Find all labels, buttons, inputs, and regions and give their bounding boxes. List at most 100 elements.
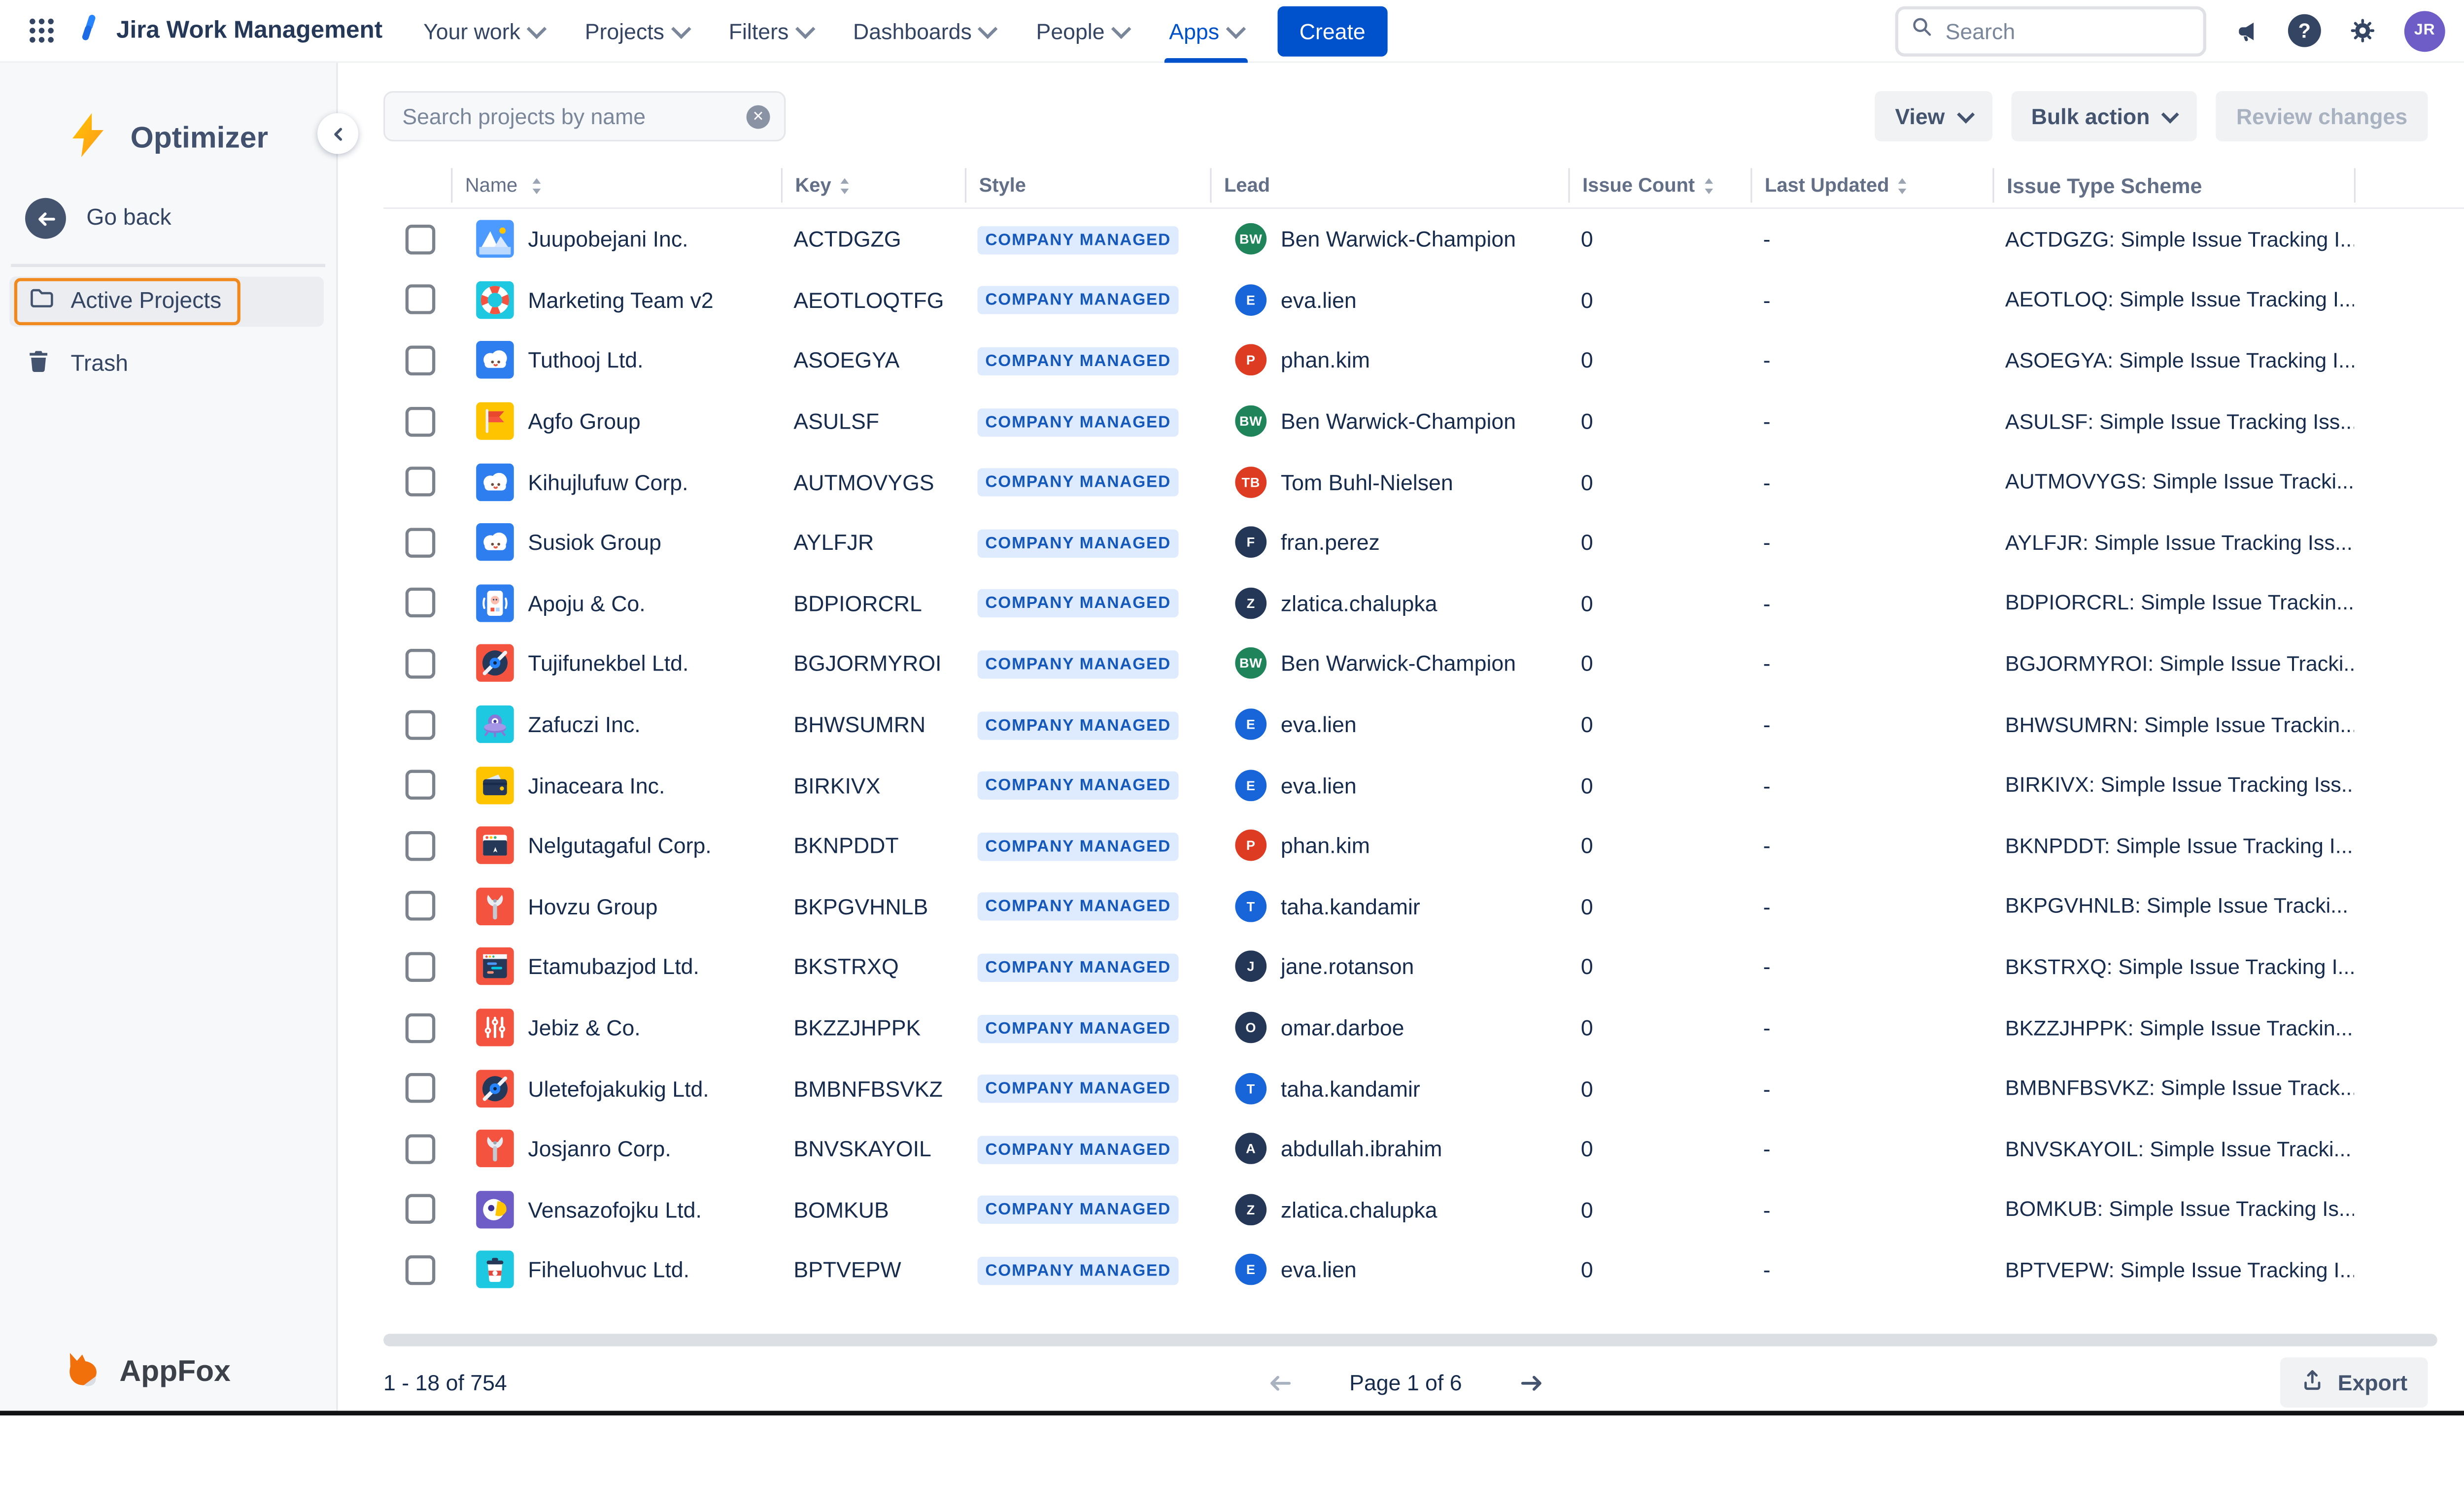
table-row[interactable]: Hovzu Group BKPGVHNLB COMPANY MANAGED T … xyxy=(383,876,2464,937)
project-name[interactable]: Josjanro Corp. xyxy=(528,1136,671,1161)
row-checkbox[interactable] xyxy=(405,709,436,739)
table-row[interactable]: Apoju & Co. BDPIORCRL COMPANY MANAGED Z … xyxy=(383,573,2464,634)
previous-page-arrow-icon[interactable] xyxy=(1266,1369,1293,1396)
horizontal-scrollbar[interactable] xyxy=(383,1334,2437,1346)
row-checkbox[interactable] xyxy=(405,1073,436,1103)
project-name[interactable]: Vensazofojku Ltd. xyxy=(528,1197,701,1222)
row-checkbox[interactable] xyxy=(405,831,436,861)
table-row[interactable]: Juupobejani Inc. ACTDGZG COMPANY MANAGED… xyxy=(383,209,2464,269)
sidebar-collapse-button[interactable] xyxy=(317,113,359,154)
project-name[interactable]: Marketing Team v2 xyxy=(528,287,713,312)
project-name[interactable]: Tuthooj Ltd. xyxy=(528,348,643,373)
jira-brand[interactable]: Jira Work Management xyxy=(72,10,382,51)
table-row[interactable]: Josjanro Corp. BNVSKAYOIL COMPANY MANAGE… xyxy=(383,1118,2464,1179)
project-name[interactable]: Uletefojakukig Ltd. xyxy=(528,1075,709,1101)
nav-item-filters[interactable]: Filters xyxy=(729,0,816,62)
table-row[interactable]: Vensazofojku Ltd. BOMKUB COMPANY MANAGED… xyxy=(383,1179,2464,1240)
project-name[interactable]: Jinaceara Inc. xyxy=(528,773,665,798)
export-button[interactable]: Export xyxy=(2279,1357,2428,1408)
project-name[interactable]: Nelgutagaful Corp. xyxy=(528,833,711,858)
table-row[interactable]: Marketing Team v2 AEOTLOQTFG COMPANY MAN… xyxy=(383,269,2464,330)
clear-search-icon[interactable]: ✕ xyxy=(746,104,770,128)
row-checkbox[interactable] xyxy=(405,588,436,618)
table-row[interactable]: Kihujlufuw Corp. AUTMOVYGS COMPANY MANAG… xyxy=(383,451,2464,512)
global-search-input[interactable] xyxy=(1942,16,2191,45)
table-row[interactable]: Nelgutagaful Corp. BKNPDDT COMPANY MANAG… xyxy=(383,815,2464,876)
table-row[interactable]: Fiheluohvuc Ltd. BPTVEPW COMPANY MANAGED… xyxy=(383,1240,2464,1300)
row-checkbox[interactable] xyxy=(405,224,436,254)
create-button[interactable]: Create xyxy=(1277,5,1388,56)
table-row[interactable]: Jebiz & Co. BKZZJHPPK COMPANY MANAGED O … xyxy=(383,997,2464,1058)
row-checkbox[interactable] xyxy=(405,1255,436,1285)
name-cell: Marketing Team v2 xyxy=(451,281,781,319)
project-name[interactable]: Agfo Group xyxy=(528,408,640,434)
column-header-key[interactable]: Key xyxy=(781,168,965,203)
sort-icon[interactable] xyxy=(1897,175,1908,196)
settings-gear-icon[interactable] xyxy=(2348,16,2378,46)
help-icon[interactable]: ? xyxy=(2288,14,2321,47)
project-search-input[interactable] xyxy=(399,102,734,131)
issue-type-scheme: AYLFJR: Simple Issue Tracking Iss... xyxy=(2005,531,2353,554)
table-row[interactable]: Tuthooj Ltd. ASOEGYA COMPANY MANAGED P p… xyxy=(383,330,2464,391)
nav-item-dashboards[interactable]: Dashboards xyxy=(853,0,998,62)
app-switcher-icon[interactable] xyxy=(19,9,63,53)
row-checkbox[interactable] xyxy=(405,891,436,921)
project-name[interactable]: Fiheluohvuc Ltd. xyxy=(528,1257,689,1282)
row-checkbox[interactable] xyxy=(405,648,436,679)
row-checkbox-cell xyxy=(383,224,451,254)
bulk-action-dropdown-button[interactable]: Bulk action xyxy=(2011,91,2197,141)
project-name[interactable]: Jebiz & Co. xyxy=(528,1015,640,1040)
sidebar-item-active-projects[interactable]: Active Projects xyxy=(9,276,324,327)
view-dropdown-button[interactable]: View xyxy=(1875,91,1992,141)
project-name[interactable]: Hovzu Group xyxy=(528,894,657,919)
column-header-name[interactable]: Name xyxy=(451,168,781,203)
row-checkbox[interactable] xyxy=(405,1134,436,1164)
project-name[interactable]: Susiok Group xyxy=(528,530,661,555)
table-row[interactable]: Etamubazjod Ltd. BKSTRXQ COMPANY MANAGED… xyxy=(383,937,2464,997)
next-page-arrow-icon[interactable] xyxy=(1518,1369,1545,1396)
review-changes-button[interactable]: Review changes xyxy=(2216,91,2428,141)
lead-name: jane.rotanson xyxy=(1280,954,1414,979)
project-name[interactable]: Etamubazjod Ltd. xyxy=(528,954,699,979)
table-row[interactable]: Uletefojakukig Ltd. BMBNFBSVKZ COMPANY M… xyxy=(383,1058,2464,1118)
sort-icon[interactable] xyxy=(1703,175,1713,196)
nav-item-your-work[interactable]: Your work xyxy=(423,0,547,62)
nav-item-people[interactable]: People xyxy=(1036,0,1131,62)
announcements-megaphone-icon[interactable] xyxy=(2233,16,2261,44)
global-search[interactable] xyxy=(1895,5,2207,56)
column-header-updated[interactable]: Last Updated xyxy=(1750,168,1992,203)
user-avatar[interactable]: JR xyxy=(2404,10,2445,51)
table-row[interactable]: Susiok Group AYLFJR COMPANY MANAGED F fr… xyxy=(383,512,2464,572)
project-search[interactable]: ✕ xyxy=(383,91,786,141)
sort-icon[interactable] xyxy=(532,175,543,196)
table-row[interactable]: Jinaceara Inc. BIRKIVX COMPANY MANAGED E… xyxy=(383,755,2464,815)
nav-item-projects[interactable]: Projects xyxy=(585,0,691,62)
table-row[interactable]: Zafuczi Inc. BHWSUMRN COMPANY MANAGED E … xyxy=(383,694,2464,755)
row-checkbox[interactable] xyxy=(405,406,436,437)
table-row[interactable]: Tujifunekbel Ltd. BGJORMYROI COMPANY MAN… xyxy=(383,634,2464,694)
lead-avatar: E xyxy=(1235,708,1267,740)
row-checkbox[interactable] xyxy=(405,1194,436,1225)
style-badge: COMPANY MANAGED xyxy=(977,347,1179,376)
project-name[interactable]: Kihujlufuw Corp. xyxy=(528,469,688,494)
lead-name: phan.kim xyxy=(1280,348,1370,373)
column-header-count[interactable]: Issue Count xyxy=(1568,168,1750,203)
project-name[interactable]: Juupobejani Inc. xyxy=(528,227,688,252)
row-checkbox[interactable] xyxy=(405,345,436,376)
row-checkbox[interactable] xyxy=(405,285,436,315)
project-name[interactable]: Tujifunekbel Ltd. xyxy=(528,651,688,676)
row-checkbox[interactable] xyxy=(405,1012,436,1042)
row-checkbox[interactable] xyxy=(405,952,436,982)
row-checkbox[interactable] xyxy=(405,770,436,800)
project-name[interactable]: Zafuczi Inc. xyxy=(528,712,640,737)
row-checkbox[interactable] xyxy=(405,467,436,497)
go-back-button[interactable]: Go back xyxy=(25,198,171,239)
sidebar-item-label: Trash xyxy=(70,352,128,377)
sidebar-item-trash[interactable]: Trash xyxy=(9,339,324,390)
sort-icon[interactable] xyxy=(839,175,850,196)
issue-type-scheme: BGJORMYROI: Simple Issue Tracki... xyxy=(2005,652,2354,676)
nav-item-apps[interactable]: Apps xyxy=(1164,0,1248,62)
project-name[interactable]: Apoju & Co. xyxy=(528,591,645,616)
table-row[interactable]: Agfo Group ASULSF COMPANY MANAGED BW Ben… xyxy=(383,391,2464,451)
row-checkbox[interactable] xyxy=(405,527,436,558)
